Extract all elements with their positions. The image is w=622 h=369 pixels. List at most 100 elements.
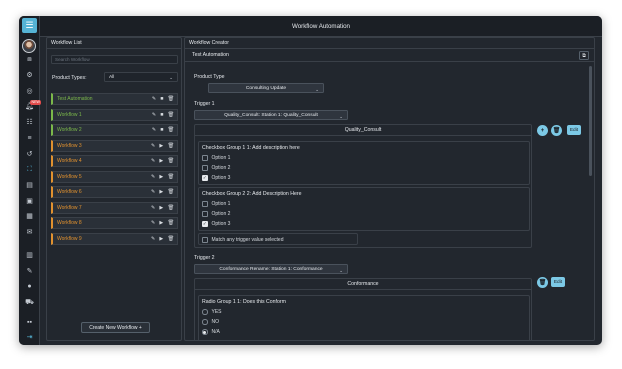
delete-icon[interactable]: 🗑︎: [167, 96, 174, 102]
image-icon[interactable]: ▣: [24, 197, 35, 206]
workflow-item[interactable]: Test Automation ✎ ■ 🗑︎: [51, 93, 178, 105]
delete-icon[interactable]: 🗑︎: [167, 143, 174, 149]
avatar[interactable]: [22, 39, 36, 53]
logout-icon[interactable]: ⇥: [24, 333, 35, 342]
workflow-item[interactable]: Workflow 7 ✎ ▶ 🗑︎: [51, 201, 178, 214]
play-icon[interactable]: ▶: [159, 174, 163, 180]
checkbox[interactable]: [202, 155, 208, 161]
delete-icon[interactable]: 🗑︎: [167, 174, 174, 180]
edit-icon[interactable]: ✎: [152, 96, 156, 102]
product-type-select[interactable]: Consulting Update ⌄: [208, 83, 324, 93]
option-row[interactable]: ✓ Option 3: [202, 221, 230, 227]
edit-icon[interactable]: ✎: [151, 205, 155, 211]
play-icon[interactable]: ▶: [159, 205, 163, 211]
checkbox-group-1-title: Checkbox Group 1 1: Add description here: [202, 145, 300, 151]
workflow-item[interactable]: Workflow 3 ✎ ▶ 🗑︎: [51, 139, 178, 152]
stop-icon[interactable]: ■: [160, 127, 163, 133]
play-icon[interactable]: ▶: [159, 143, 163, 149]
truck-icon[interactable]: ⛟: [24, 298, 35, 307]
menu-icon[interactable]: ≡: [24, 134, 35, 143]
delete-icon[interactable]: 🗑︎: [167, 112, 174, 118]
radio-button[interactable]: [202, 319, 208, 325]
delete-icon[interactable]: 🗑︎: [167, 189, 174, 195]
target-icon[interactable]: ◎: [24, 87, 35, 96]
delete-icon[interactable]: 🗑︎: [167, 205, 174, 211]
delete-icon[interactable]: 🗑︎: [167, 158, 174, 164]
play-icon[interactable]: ▶: [159, 189, 163, 195]
document-icon[interactable]: ▤: [24, 181, 35, 190]
workflow-item[interactable]: Workflow 6 ✎ ▶ 🗑︎: [51, 186, 178, 198]
edit-button[interactable]: Edit: [567, 125, 581, 135]
checkbox-checked[interactable]: ✓: [202, 175, 208, 181]
checkbox[interactable]: [202, 201, 208, 207]
stop-icon[interactable]: ■: [160, 96, 163, 102]
radio-row[interactable]: YES: [202, 309, 222, 315]
copy-icon[interactable]: ⧉: [579, 51, 589, 60]
option-row[interactable]: Option 1: [202, 201, 230, 207]
delete-icon[interactable]: 🗑︎: [167, 220, 174, 226]
delete-button[interactable]: 🗑︎: [551, 125, 562, 136]
match-any-row[interactable]: Match any trigger value selected: [198, 233, 358, 245]
play-icon[interactable]: ▶: [159, 236, 163, 242]
option-label: Option 2: [211, 165, 231, 171]
search-input[interactable]: Search Workflow: [51, 55, 178, 64]
edit-icon[interactable]: ✎: [151, 158, 155, 164]
edit-icon[interactable]: ✎: [151, 143, 155, 149]
trigger2-label: Trigger 2: [194, 255, 215, 261]
checkbox[interactable]: [202, 211, 208, 217]
edit-icon[interactable]: ✎: [151, 174, 155, 180]
workflow-item[interactable]: Workflow 8 ✎ ▶ 🗑︎: [51, 217, 178, 229]
radio-row[interactable]: N/A: [202, 329, 220, 335]
radio-label: NO: [211, 319, 220, 325]
app-logo[interactable]: ☰: [22, 18, 37, 33]
workflow-item[interactable]: Workflow 9 ✎ ▶ 🗑︎: [51, 232, 178, 245]
edit-icon[interactable]: ✎: [152, 112, 156, 118]
workflow-icon[interactable]: ⛶: [24, 165, 35, 174]
add-button[interactable]: +: [537, 125, 548, 136]
checkbox[interactable]: [202, 237, 208, 243]
option-row[interactable]: Option 1: [202, 155, 230, 161]
edit-button[interactable]: Edit: [551, 277, 565, 287]
history-icon[interactable]: ↺: [24, 150, 35, 159]
option-label: Option 2: [211, 211, 231, 217]
trigger2-select[interactable]: Conformance Rename: Station 1: Conforman…: [194, 264, 348, 274]
play-icon[interactable]: ▶: [159, 220, 163, 226]
play-icon[interactable]: ▶: [159, 158, 163, 164]
radio-row[interactable]: NO: [202, 319, 219, 325]
radio-button[interactable]: [202, 309, 208, 315]
radio-button-selected[interactable]: [202, 329, 208, 335]
mail-icon[interactable]: ✉: [24, 228, 35, 237]
workflow-actions: ✎ ▶ 🗑︎: [151, 236, 174, 242]
product-types-select[interactable]: All ⌄: [104, 72, 178, 82]
option-row[interactable]: Option 2: [202, 211, 230, 217]
checkbox-checked[interactable]: ✓: [202, 221, 208, 227]
delete-icon[interactable]: 🗑︎: [167, 236, 174, 242]
tools-icon[interactable]: ✎: [24, 267, 35, 276]
chart-icon[interactable]: ▥: [24, 251, 35, 260]
stop-icon[interactable]: ■: [160, 112, 163, 118]
edit-icon[interactable]: ✎: [151, 189, 155, 195]
workflow-item[interactable]: Workflow 5 ✎ ▶ 🗑︎: [51, 170, 178, 183]
box-icon[interactable]: ⧈: [24, 55, 35, 64]
edit-icon[interactable]: ✎: [151, 236, 155, 242]
match-any-option[interactable]: Match any trigger value selected: [202, 237, 283, 243]
edit-icon[interactable]: ✎: [152, 127, 156, 133]
user-icon[interactable]: ●: [24, 282, 35, 291]
option-row[interactable]: ✓ Option 3: [202, 175, 230, 181]
option-row[interactable]: Option 2: [202, 165, 230, 171]
workflow-item[interactable]: Workflow 1 ✎ ■ 🗑︎: [51, 108, 178, 121]
checkbox[interactable]: [202, 165, 208, 171]
workflow-item[interactable]: Workflow 4 ✎ ▶ 🗑︎: [51, 155, 178, 167]
settings-icon[interactable]: ⚙: [24, 71, 35, 80]
create-workflow-button[interactable]: Create New Workflow +: [81, 322, 150, 333]
calendar-icon[interactable]: ▦: [24, 212, 35, 221]
workflow-name: Workflow 1: [57, 111, 82, 118]
edit-icon[interactable]: ✎: [151, 220, 155, 226]
delete-icon[interactable]: 🗑︎: [167, 127, 174, 133]
workflow-item[interactable]: Workflow 2 ✎ ■ 🗑︎: [51, 124, 178, 136]
list-icon[interactable]: ☷: [24, 118, 35, 127]
delete-button[interactable]: 🗑︎: [537, 277, 548, 288]
trigger1-select[interactable]: Quality_Consult: Station 1: Quality_Cons…: [194, 110, 348, 120]
scrollbar[interactable]: [589, 66, 592, 176]
grid-icon[interactable]: ▪▪: [24, 318, 35, 327]
